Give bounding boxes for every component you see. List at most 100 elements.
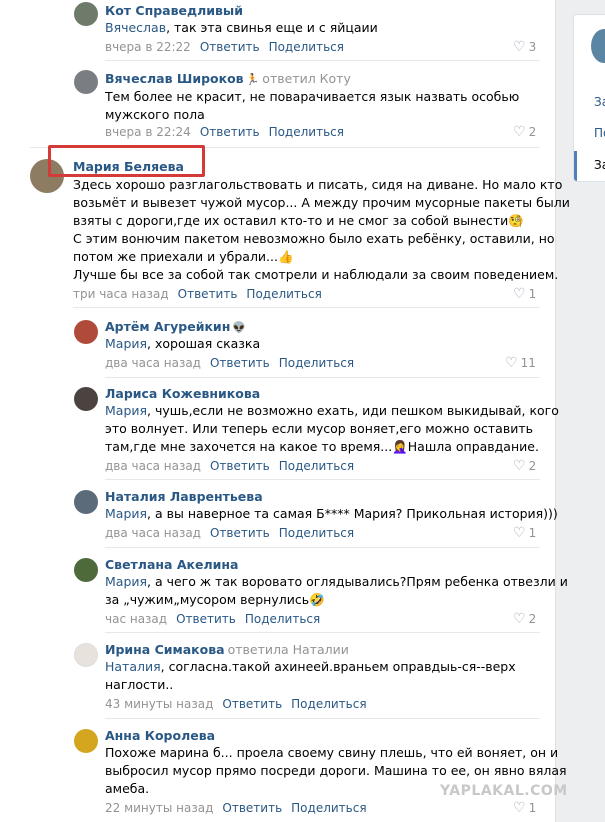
reply-button[interactable]: Ответить (222, 697, 282, 711)
avatar[interactable] (74, 490, 98, 514)
sidebar-item[interactable]: По (594, 126, 605, 140)
comment: Светлана Акелина Мария, а чего ж так вор… (0, 552, 568, 630)
comment-author[interactable]: Лариса Кожевникова (105, 386, 260, 401)
comment-text: Мария, хорошая сказка (105, 336, 261, 351)
heart-icon: ♡ (513, 39, 526, 55)
comment-author-line: Вячеслав Широков 🏃 ответил Коту (105, 71, 351, 86)
like-count: 2 (528, 459, 537, 473)
reply-button[interactable]: Ответить (178, 287, 238, 301)
like-button[interactable]: ♡ 2 (513, 611, 536, 627)
comment-time[interactable]: два часа назад (105, 356, 201, 370)
comment-text: Наталия, согласна.такой ахинеей.враньем … (105, 659, 516, 692)
share-button[interactable]: Поделиться (279, 356, 354, 370)
comment-time[interactable]: вчера в 22:24 (105, 125, 191, 139)
active-indicator (574, 151, 577, 181)
reply-target[interactable]: ответила Наталии (228, 642, 349, 657)
sidebar-item-active[interactable]: За (594, 158, 605, 172)
avatar[interactable] (74, 387, 98, 411)
avatar[interactable] (74, 558, 98, 582)
addressee-link[interactable]: Вячеслав (105, 20, 166, 35)
share-button[interactable]: Поделиться (269, 40, 344, 54)
avatar[interactable] (74, 70, 98, 94)
share-button[interactable]: Поделиться (291, 697, 366, 711)
highlight-box (48, 145, 205, 177)
share-button[interactable]: Поделиться (291, 801, 366, 815)
comment-time[interactable]: два часа назад (105, 459, 201, 473)
like-button[interactable]: ♡ 3 (513, 39, 536, 55)
divider (105, 479, 540, 480)
addressee-link[interactable]: Наталия (105, 659, 161, 674)
community-thumbnail[interactable] (591, 29, 605, 63)
comment-author[interactable]: Анна Королева (105, 728, 215, 743)
reply-button[interactable]: Ответить (200, 40, 260, 54)
share-button[interactable]: Поделиться (279, 526, 354, 540)
addressee-link[interactable]: Мария (105, 403, 147, 418)
divider (105, 718, 540, 719)
sidebar-item[interactable]: За (594, 95, 605, 109)
share-button[interactable]: Поделиться (279, 459, 354, 473)
like-button[interactable]: ♡ 1 (513, 525, 536, 541)
heart-icon: ♡ (513, 286, 526, 302)
divider (105, 547, 540, 548)
heart-icon: ♡ (505, 355, 518, 371)
comment-text: Мария, а чего ж так воровато оглядывалис… (105, 574, 568, 607)
comment-time[interactable]: вчера в 22:22 (105, 40, 191, 54)
avatar[interactable] (74, 320, 98, 344)
share-button[interactable]: Поделиться (269, 125, 344, 139)
comment-meta: вчера в 22:24 Ответить Поделиться (105, 125, 344, 139)
avatar[interactable] (74, 729, 98, 753)
avatar[interactable] (74, 643, 98, 667)
like-button[interactable]: ♡ 11 (505, 355, 536, 371)
heart-icon: ♡ (513, 611, 526, 627)
like-count: 2 (528, 125, 537, 139)
like-count: 2 (528, 612, 537, 626)
divider (105, 377, 540, 378)
divider (105, 632, 540, 633)
comment-time[interactable]: три часа назад (73, 287, 169, 301)
comment-text: Тем более не красит, не поварачивается я… (105, 89, 520, 122)
reply-button[interactable]: Ответить (222, 801, 282, 815)
comment: Наталия Лаврентьева Мария, а вы наверное… (0, 484, 558, 546)
comment-author[interactable]: Вячеслав Широков (105, 71, 244, 86)
comment-text: Мария, чушь,если не возможно ехать, иди … (105, 403, 559, 454)
heart-icon: ♡ (513, 124, 526, 140)
reply-button[interactable]: Ответить (210, 459, 270, 473)
like-count: 11 (520, 356, 536, 370)
comment-time[interactable]: два часа назад (105, 526, 201, 540)
like-button[interactable]: ♡ 1 (513, 286, 536, 302)
comment: Кот Справедливый Вячеслав, так эта свинь… (0, 0, 556, 60)
addressee-link[interactable]: Мария (105, 336, 147, 351)
comment-time[interactable]: 22 минуты назад (105, 801, 213, 815)
comment-author[interactable]: Кот Справедливый (105, 3, 243, 18)
comment-text: Вячеслав, так эта свинья еще и с яйцаии (105, 20, 378, 35)
share-button[interactable]: Поделиться (245, 612, 320, 626)
comment-text: Мария, а вы наверное та самая Б**** Мари… (105, 506, 558, 521)
comment: Ирина Симакова ответила Наталии Наталия, … (0, 637, 556, 715)
addressee-link[interactable]: Мария (105, 574, 147, 589)
divider (105, 60, 540, 61)
like-count: 1 (528, 526, 537, 540)
comment-time[interactable]: 43 минуты назад (105, 697, 213, 711)
heart-icon: ♡ (513, 525, 526, 541)
share-button[interactable]: Поделиться (246, 287, 321, 301)
like-button[interactable]: ♡ 2 (513, 124, 536, 140)
comment-author[interactable]: Светлана Акелина (105, 557, 238, 572)
comment-author[interactable]: Артём Агурейкин (105, 319, 230, 334)
reply-target[interactable]: ответил Коту (262, 71, 351, 86)
addressee-link[interactable]: Мария (105, 506, 147, 521)
comment-author[interactable]: Наталия Лаврентьева (105, 489, 263, 504)
reply-button[interactable]: Ответить (200, 125, 260, 139)
avatar[interactable] (74, 2, 98, 26)
like-button[interactable]: ♡ 1 (513, 800, 536, 816)
watermark: YAPLAKAL.COM (440, 783, 568, 799)
comment: Вячеслав Широков 🏃 ответил Коту Тем более … (0, 63, 556, 145)
reply-button[interactable]: Ответить (210, 356, 270, 370)
like-count: 1 (528, 801, 537, 815)
like-button[interactable]: ♡ 2 (513, 458, 536, 474)
comment-time[interactable]: час назад (105, 612, 167, 626)
comment-author[interactable]: Ирина Симакова (105, 642, 225, 657)
comment-meta: три часа назад Ответить Поделиться (73, 287, 322, 301)
reply-button[interactable]: Ответить (210, 526, 270, 540)
right-sidebar-menu: За По За (573, 14, 605, 182)
reply-button[interactable]: Ответить (176, 612, 236, 626)
